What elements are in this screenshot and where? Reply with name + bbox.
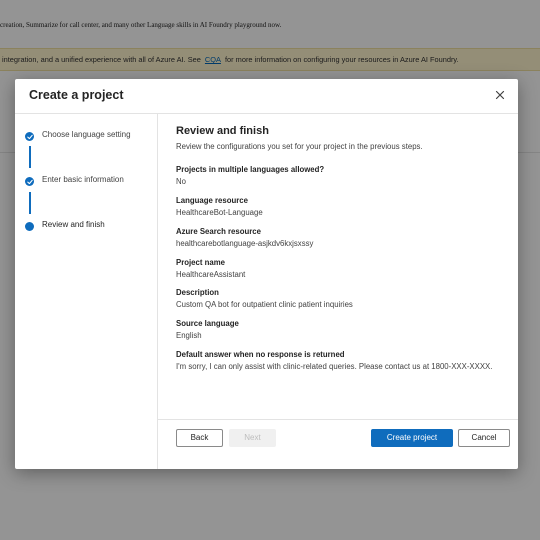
field-label: Default answer when no response is retur… <box>176 350 345 359</box>
field-search-resource: Azure Search resource healthcarebotlangu… <box>176 226 506 249</box>
field-value: HealthcareBot-Language <box>176 208 263 217</box>
field-project-name: Project name HealthcareAssistant <box>176 257 506 280</box>
checkmark-icon <box>26 134 33 139</box>
step-connector <box>29 146 31 168</box>
field-default-answer: Default answer when no response is retur… <box>176 349 506 372</box>
field-description: Description Custom QA bot for outpatient… <box>176 287 506 310</box>
field-label: Projects in multiple languages allowed? <box>176 165 325 174</box>
field-value: English <box>176 331 202 340</box>
checkmark-icon <box>26 179 33 184</box>
back-button[interactable]: Back <box>176 429 223 447</box>
section-heading: Review and finish <box>176 125 269 137</box>
step-current-indicator <box>25 222 34 231</box>
step-complete-indicator <box>25 132 34 141</box>
footer-divider <box>158 419 518 420</box>
field-value: HealthcareAssistant <box>176 270 246 279</box>
create-project-button[interactable]: Create project <box>371 429 453 447</box>
field-label: Language resource <box>176 196 248 205</box>
field-value: Custom QA bot for outpatient clinic pati… <box>176 300 353 309</box>
step-label: Choose language setting <box>42 130 131 139</box>
close-icon <box>495 90 505 100</box>
field-language-resource: Language resource HealthcareBot-Language <box>176 195 506 218</box>
dialog-title: Create a project <box>29 88 124 102</box>
field-value: No <box>176 177 186 186</box>
cancel-button[interactable]: Cancel <box>458 429 510 447</box>
next-button[interactable]: Next <box>229 429 276 447</box>
create-project-dialog: Create a project Choose language setting <box>15 79 518 469</box>
step-complete-indicator <box>25 177 34 186</box>
field-label: Description <box>176 288 219 297</box>
field-label: Project name <box>176 258 225 267</box>
step-label: Enter basic information <box>42 175 124 184</box>
field-multiple-languages: Projects in multiple languages allowed? … <box>176 164 506 187</box>
field-value: healthcarebotlanguage-asjkdv6kxjsxssy <box>176 239 314 248</box>
step-label: Review and finish <box>42 220 105 229</box>
field-source-language: Source language English <box>176 318 506 341</box>
close-button[interactable] <box>492 87 508 103</box>
step-connector <box>29 192 31 214</box>
section-subtitle: Review the configurations you set for yo… <box>176 142 423 151</box>
field-value: I'm sorry, I can only assist with clinic… <box>176 362 493 371</box>
field-label: Azure Search resource <box>176 227 261 236</box>
field-label: Source language <box>176 319 239 328</box>
wizard-steps: Choose language setting Enter basic info… <box>15 114 158 469</box>
dialog-header: Create a project <box>15 79 518 114</box>
